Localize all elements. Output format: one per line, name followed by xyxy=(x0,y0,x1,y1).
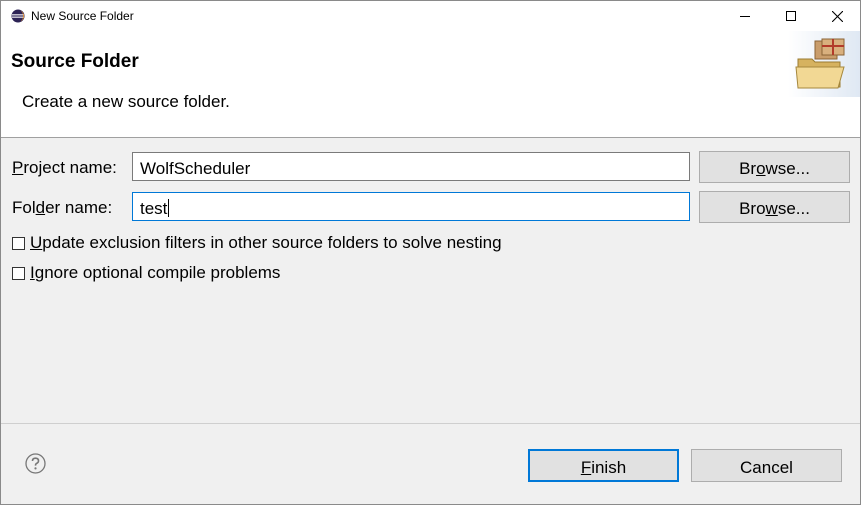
update-exclusion-checkbox[interactable] xyxy=(12,237,25,250)
minimize-button[interactable] xyxy=(722,1,768,31)
ignore-optional-label[interactable]: Ignore optional compile problems xyxy=(30,263,280,283)
close-icon xyxy=(831,10,843,22)
eclipse-icon xyxy=(11,9,25,23)
folder-name-value: test xyxy=(140,199,168,218)
minimize-icon xyxy=(740,16,750,17)
project-name-label: Project name: xyxy=(12,158,117,177)
ignore-optional-checkbox[interactable] xyxy=(12,267,25,280)
page-title: Source Folder xyxy=(11,51,139,72)
package-folder-icon xyxy=(788,31,860,97)
maximize-button[interactable] xyxy=(768,1,814,31)
window-title: New Source Folder xyxy=(31,9,134,23)
close-button[interactable] xyxy=(814,1,860,31)
browse-project-button[interactable]: Browse... xyxy=(699,151,850,183)
dialog-window: New Source Folder Source Folder Create a… xyxy=(0,0,861,505)
wizard-header: Source Folder Create a new source folder… xyxy=(1,31,860,138)
project-name-value: WolfScheduler xyxy=(140,159,251,178)
folder-name-label: Folder name: xyxy=(12,198,113,217)
cancel-button[interactable]: Cancel xyxy=(691,449,842,482)
finish-button[interactable]: Finish xyxy=(528,449,679,482)
update-exclusion-label[interactable]: Update exclusion filters in other source… xyxy=(30,233,502,253)
maximize-icon xyxy=(786,11,796,21)
title-bar: New Source Folder xyxy=(1,1,860,31)
text-caret xyxy=(168,199,170,217)
page-description: Create a new source folder. xyxy=(22,92,230,111)
folder-name-field[interactable]: test xyxy=(132,192,690,221)
browse-folder-button[interactable]: Browse... xyxy=(699,191,850,223)
footer-separator xyxy=(1,423,860,424)
project-name-field[interactable]: WolfScheduler xyxy=(132,152,690,181)
help-icon[interactable] xyxy=(25,453,46,474)
